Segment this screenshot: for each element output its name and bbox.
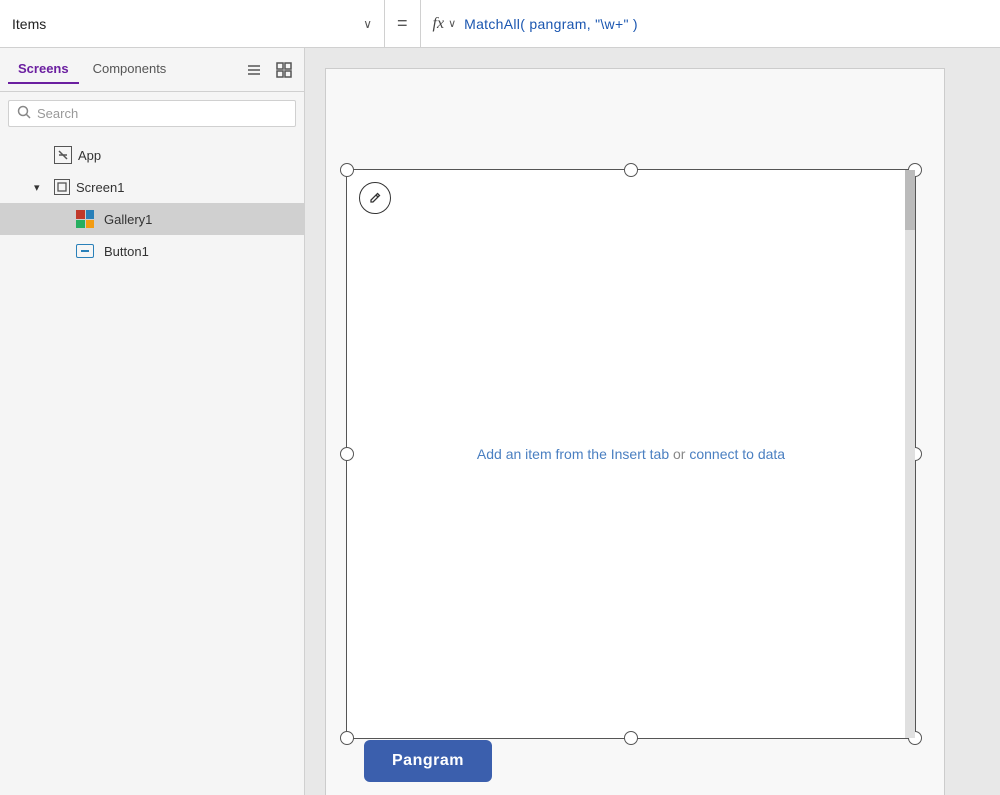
main-content: Screens Components — [0, 48, 1000, 795]
tree-list: App ▾ Screen1 — [0, 135, 304, 795]
tabs-row: Screens Components — [0, 48, 304, 92]
property-name: Items — [12, 16, 355, 32]
gallery-edit-button[interactable] — [359, 182, 391, 214]
formula-text[interactable]: MatchAll( pangram, "\w+" ) — [464, 16, 638, 32]
gallery-icon — [76, 210, 94, 228]
search-input[interactable] — [37, 106, 287, 121]
left-panel: Screens Components — [0, 48, 305, 795]
gallery-or-text: or — [669, 446, 689, 462]
gallery-insert-link[interactable]: Add an item from the Insert tab — [477, 446, 669, 462]
equals-sign: = — [385, 0, 421, 47]
tab-components[interactable]: Components — [83, 55, 177, 84]
pangram-button[interactable]: Pangram — [364, 740, 492, 782]
fx-chevron-icon: ∨ — [448, 17, 456, 30]
screen-icon — [54, 179, 70, 195]
property-dropdown[interactable]: Items ∨ — [0, 0, 385, 47]
canvas-screen: Add an item from the Insert tab or conne… — [325, 68, 945, 795]
tree-item-app[interactable]: App — [0, 139, 304, 171]
handle-bottom-left[interactable] — [340, 731, 354, 745]
tree-item-label-app: App — [78, 148, 101, 163]
expand-icon-screen1: ▾ — [34, 181, 48, 194]
gallery-connect-link[interactable]: connect to data — [689, 446, 785, 462]
search-bar[interactable] — [8, 100, 296, 127]
gallery-selection[interactable]: Add an item from the Insert tab or conne… — [346, 169, 916, 739]
tab-screens[interactable]: Screens — [8, 55, 79, 84]
top-bar: Items ∨ = fx ∨ MatchAll( pangram, "\w+" … — [0, 0, 1000, 48]
tab-actions — [242, 58, 296, 82]
fx-icon: fx — [433, 15, 445, 33]
tree-item-screen1[interactable]: ▾ Screen1 — [0, 171, 304, 203]
handle-bottom-center[interactable] — [624, 731, 638, 745]
grid-view-icon[interactable] — [272, 58, 296, 82]
tree-item-button1[interactable]: Button1 — [0, 235, 304, 267]
button-icon — [76, 244, 94, 258]
chevron-down-icon: ∨ — [363, 17, 372, 31]
list-view-icon[interactable] — [242, 58, 266, 82]
canvas-area[interactable]: Add an item from the Insert tab or conne… — [305, 48, 1000, 795]
tree-item-label-screen1: Screen1 — [76, 180, 124, 195]
app-icon — [54, 146, 72, 164]
formula-bar[interactable]: fx ∨ MatchAll( pangram, "\w+" ) — [421, 15, 1000, 33]
handle-middle-left[interactable] — [340, 447, 354, 461]
handle-top-center[interactable] — [624, 163, 638, 177]
tree-item-label-gallery1: Gallery1 — [104, 212, 152, 227]
tree-item-gallery1[interactable]: Gallery1 — [0, 203, 304, 235]
gallery-scrollbar-thumb — [905, 170, 915, 230]
handle-top-left[interactable] — [340, 163, 354, 177]
search-icon — [17, 105, 31, 122]
gallery-empty-state: Add an item from the Insert tab or conne… — [477, 446, 785, 462]
gallery-scrollbar[interactable] — [905, 170, 915, 738]
tree-item-label-button1: Button1 — [104, 244, 149, 259]
